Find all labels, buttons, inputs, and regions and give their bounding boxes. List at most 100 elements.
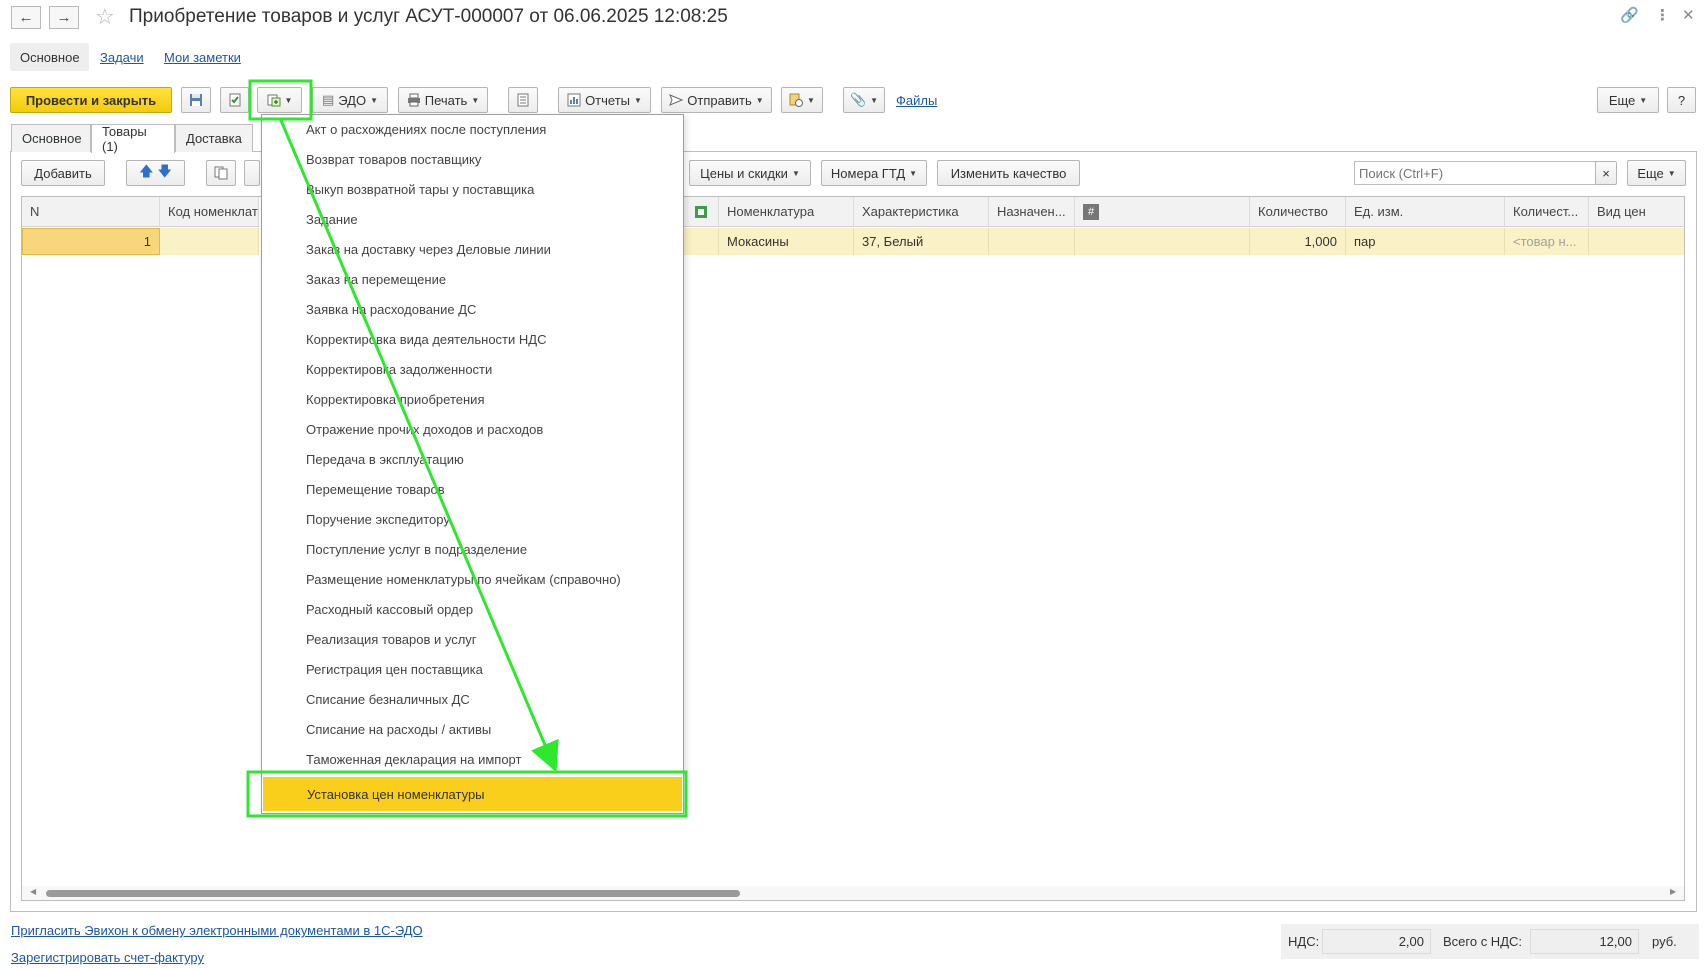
create-based-on-menu: Акт о расхождениях после поступления Воз…	[261, 114, 684, 814]
row-cell-hash[interactable]	[1075, 228, 1250, 255]
link-icon[interactable]: 🔗	[1620, 6, 1639, 24]
reports-button[interactable]: Отчеты ▼	[558, 87, 651, 113]
menu-item[interactable]: Заказ на перемещение	[262, 265, 683, 293]
paperclip-icon: 📎	[849, 92, 867, 107]
chevron-down-icon: ▼	[1639, 95, 1648, 105]
menu-item[interactable]: Возврат товаров поставщику	[262, 145, 683, 173]
gtd-numbers-button[interactable]: Номера ГТД ▼	[821, 160, 927, 186]
section-tab-tasks[interactable]: Задачи	[100, 43, 144, 71]
print-button[interactable]: Печать ▼	[398, 87, 488, 113]
row-cell-characteristic[interactable]: 37, Белый	[854, 228, 989, 255]
section-tab-main[interactable]: Основное	[10, 43, 89, 71]
row-cell-unit[interactable]: пар	[1346, 228, 1505, 255]
menu-item[interactable]: Заявка на расходование ДС	[262, 295, 683, 323]
change-quality-button[interactable]: Изменить качество	[937, 160, 1080, 186]
attachments-button[interactable]: 📎 ▼	[843, 87, 885, 113]
notes-link[interactable]: Мои заметки	[164, 50, 241, 65]
row-cell-n[interactable]: 1	[22, 228, 160, 255]
post-button[interactable]	[220, 87, 249, 113]
menu-item[interactable]: Расходный кассовый ордер	[262, 595, 683, 623]
menu-item[interactable]: Списание на расходы / активы	[262, 715, 683, 743]
row-cell-picture[interactable]	[684, 228, 719, 255]
column-header-picture[interactable]	[684, 197, 719, 227]
arrow-right-icon: →	[56, 9, 72, 26]
arrow-down-icon[interactable]: 🡇	[158, 161, 172, 185]
menu-item[interactable]: Акт о расхождениях после поступления	[262, 115, 683, 143]
save-icon	[190, 94, 202, 106]
move-row-buttons[interactable]: 🡅 🡇	[126, 160, 185, 186]
row-cell-nomenclature[interactable]: Мокасины	[719, 228, 854, 255]
column-header-n[interactable]: N	[22, 197, 160, 227]
scroll-left-icon[interactable]: ◀	[30, 887, 36, 896]
goods-more-button[interactable]: Еще ▼	[1627, 160, 1686, 186]
add-row-button[interactable]: Добавить	[21, 160, 105, 186]
menu-item[interactable]: Корректировка задолженности	[262, 355, 683, 383]
more-vertical-icon[interactable]: ⋮	[1655, 6, 1670, 24]
tab-main[interactable]: Основное	[11, 124, 91, 152]
search-input[interactable]	[1354, 161, 1596, 185]
menu-item[interactable]: Поступление услуг в подразделение	[262, 535, 683, 563]
menu-item[interactable]: Корректировка приобретения	[262, 385, 683, 413]
row-cell-purpose[interactable]	[989, 228, 1075, 255]
menu-item[interactable]: Размещение номенклатуры по ячейкам (спра…	[262, 565, 683, 593]
menu-item-set-nomenclature-prices[interactable]: Установка цен номенклатуры	[263, 777, 682, 811]
favorite-star-icon[interactable]: ☆	[95, 4, 115, 30]
column-header-hash[interactable]: #	[1075, 197, 1250, 227]
total-label: Всего с НДС:	[1443, 934, 1523, 949]
column-header-code[interactable]: Код номенклатуры	[160, 197, 259, 227]
column-header-purpose[interactable]: Назначен...	[989, 197, 1075, 227]
tasks-menu-button[interactable]: ▼	[781, 87, 823, 113]
menu-item[interactable]: Таможенная декларация на импорт	[262, 745, 683, 773]
menu-item[interactable]: Передача в эксплуатацию	[262, 445, 683, 473]
menu-item[interactable]: Регистрация цен поставщика	[262, 655, 683, 683]
horizontal-scrollbar[interactable]: ◀ ▶	[22, 886, 1684, 900]
scrollbar-thumb[interactable]	[46, 890, 740, 897]
menu-item[interactable]: Задание	[262, 205, 683, 233]
more-button[interactable]: Еще ▼	[1597, 87, 1659, 113]
forward-button[interactable]: →	[49, 6, 79, 29]
prices-discounts-button[interactable]: Цены и скидки ▼	[689, 160, 811, 186]
clear-search-button[interactable]: ×	[1595, 161, 1617, 185]
tab-goods[interactable]: Товары (1)	[91, 124, 175, 154]
column-header-unit[interactable]: Ед. изм.	[1346, 197, 1505, 227]
chevron-down-icon: ▼	[284, 95, 293, 105]
back-button[interactable]: ←	[11, 6, 41, 29]
save-button[interactable]	[181, 87, 211, 113]
chevron-down-icon: ▼	[807, 95, 815, 105]
row-cell-price-type[interactable]	[1589, 228, 1684, 255]
register-invoice-link[interactable]: Зарегистрировать счет-фактуру	[11, 950, 204, 965]
column-header-characteristic[interactable]: Характеристика	[854, 197, 989, 227]
menu-item[interactable]: Списание безналичных ДС	[262, 685, 683, 713]
section-tab-notes[interactable]: Мои заметки	[164, 43, 241, 71]
menu-item[interactable]: Корректировка вида деятельности НДС	[262, 325, 683, 353]
arrow-up-icon[interactable]: 🡅	[139, 161, 153, 185]
delete-row-button[interactable]	[244, 160, 260, 186]
post-and-close-button[interactable]: Провести и закрыть	[10, 87, 172, 113]
send-button[interactable]: Отправить ▼	[661, 87, 772, 113]
menu-item[interactable]: Поручение экспедитору	[262, 505, 683, 533]
more-label: Еще	[1608, 92, 1636, 108]
document-structure-button[interactable]	[508, 87, 538, 113]
files-link[interactable]: Файлы	[896, 93, 937, 108]
copy-row-button[interactable]	[206, 160, 236, 186]
column-header-qty2[interactable]: Количест...	[1505, 197, 1589, 227]
create-based-on-button[interactable]: ▼	[257, 87, 302, 113]
scroll-right-icon[interactable]: ▶	[1670, 887, 1676, 896]
column-header-quantity[interactable]: Количество	[1250, 197, 1346, 227]
menu-item[interactable]: Реализация товаров и услуг	[262, 625, 683, 653]
help-button[interactable]: ?	[1667, 87, 1696, 113]
column-header-nomenclature[interactable]: Номенклатура	[719, 197, 854, 227]
row-cell-code[interactable]	[160, 228, 259, 255]
row-cell-qty2[interactable]: <товар н...	[1505, 228, 1589, 255]
tasks-link[interactable]: Задачи	[100, 50, 144, 65]
tab-delivery[interactable]: Доставка	[175, 124, 253, 152]
invite-edo-link[interactable]: Пригласить Эвихон к обмену электронными …	[11, 923, 423, 938]
edo-button[interactable]: ▤ ЭДО ▼	[312, 87, 388, 113]
menu-item[interactable]: Перемещение товаров	[262, 475, 683, 503]
column-header-price-type[interactable]: Вид цен	[1589, 197, 1684, 227]
row-cell-quantity[interactable]: 1,000	[1250, 228, 1346, 255]
menu-item[interactable]: Отражение прочих доходов и расходов	[262, 415, 683, 443]
close-icon[interactable]: ✕	[1682, 6, 1695, 24]
menu-item[interactable]: Заказ на доставку через Деловые линии	[262, 235, 683, 263]
menu-item[interactable]: Выкуп возвратной тары у поставщика	[262, 175, 683, 203]
